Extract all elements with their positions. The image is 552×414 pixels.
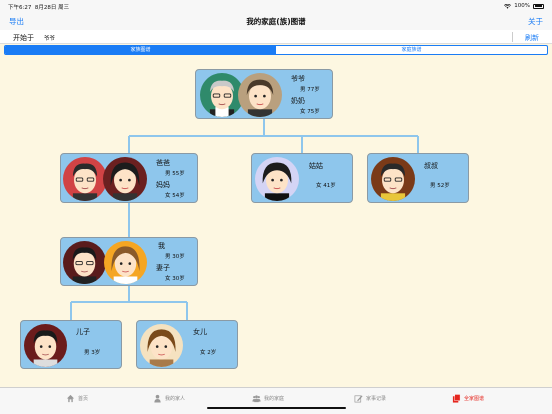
info-mom: 女 54岁 (165, 193, 185, 199)
info-wife: 女 30岁 (165, 276, 185, 282)
info-grandpa: 男 77岁 (300, 87, 320, 93)
tab-family-tree-label: 全家图谱 (464, 396, 485, 402)
avatar-son (24, 324, 67, 367)
wife-face-icon (104, 241, 147, 284)
tab-family-members-label: 我的家人 (165, 396, 186, 402)
name-son: 儿子 (76, 328, 90, 336)
tab-home-label: 首页 (78, 396, 89, 402)
name-uncle: 叔叔 (424, 162, 438, 170)
daughter-face-icon (140, 324, 183, 367)
card-son[interactable]: 儿子 男 3岁 (20, 320, 122, 369)
son-face-icon (24, 324, 67, 367)
avatar-grandma (238, 73, 282, 117)
name-wife: 妻子 (156, 264, 170, 272)
name-aunt: 姑姑 (309, 162, 323, 170)
grandma-face-icon (238, 73, 282, 117)
home-icon (66, 394, 75, 403)
avatar-aunt (255, 157, 299, 201)
name-mom: 妈妈 (156, 181, 170, 189)
info-aunt: 女 41岁 (316, 183, 336, 189)
dad-face-icon (63, 157, 107, 201)
me-face-icon (63, 241, 106, 284)
tab-bar: 首页 我的家人 我的家庭 家事记录 全家图谱 (0, 387, 552, 414)
card-grandparents[interactable]: 爷爷 男 77岁 奶奶 女 75岁 (195, 69, 333, 119)
tab-family-members[interactable]: 我的家人 (153, 394, 185, 403)
edit-note-icon (354, 395, 363, 403)
info-me: 男 30岁 (165, 254, 185, 260)
info-grandma: 女 75岁 (300, 109, 320, 115)
info-daughter: 女 2岁 (200, 350, 217, 356)
home-indicator (207, 407, 346, 409)
name-dad: 爸爸 (156, 159, 170, 167)
tab-my-family[interactable]: 我的家庭 (252, 394, 284, 403)
info-dad: 男 55岁 (165, 171, 185, 177)
avatar-dad (63, 157, 107, 201)
info-son: 男 3岁 (84, 350, 101, 356)
avatar-uncle (371, 157, 415, 201)
avatar-wife (104, 241, 147, 284)
tab-home[interactable]: 首页 (66, 394, 88, 403)
card-parents[interactable]: 爸爸 男 55岁 妈妈 女 54岁 (60, 153, 198, 203)
card-daughter[interactable]: 女儿 女 2岁 (136, 320, 238, 369)
card-aunt[interactable]: 姑姑 女 41岁 (251, 153, 353, 203)
card-me-spouse[interactable]: 我 男 30岁 妻子 女 30岁 (60, 237, 198, 286)
aunt-face-icon (255, 157, 299, 201)
tab-records[interactable]: 家事记录 (354, 394, 386, 403)
name-grandma: 奶奶 (291, 97, 305, 105)
family-tree-icon (452, 394, 461, 403)
person-icon (154, 394, 161, 403)
name-grandpa: 爷爷 (291, 75, 305, 83)
tab-family-tree[interactable]: 全家图谱 (452, 394, 484, 403)
group-icon (252, 395, 261, 403)
mom-face-icon (103, 157, 147, 201)
name-daughter: 女儿 (193, 328, 207, 336)
avatar-mom (103, 157, 147, 201)
info-uncle: 男 52岁 (430, 183, 450, 189)
uncle-face-icon (371, 157, 415, 201)
tab-my-family-label: 我的家庭 (264, 396, 285, 402)
card-uncle[interactable]: 叔叔 男 52岁 (367, 153, 469, 203)
name-me: 我 (158, 242, 165, 250)
tab-records-label: 家事记录 (366, 396, 387, 402)
avatar-daughter (140, 324, 183, 367)
avatar-me (63, 241, 106, 284)
